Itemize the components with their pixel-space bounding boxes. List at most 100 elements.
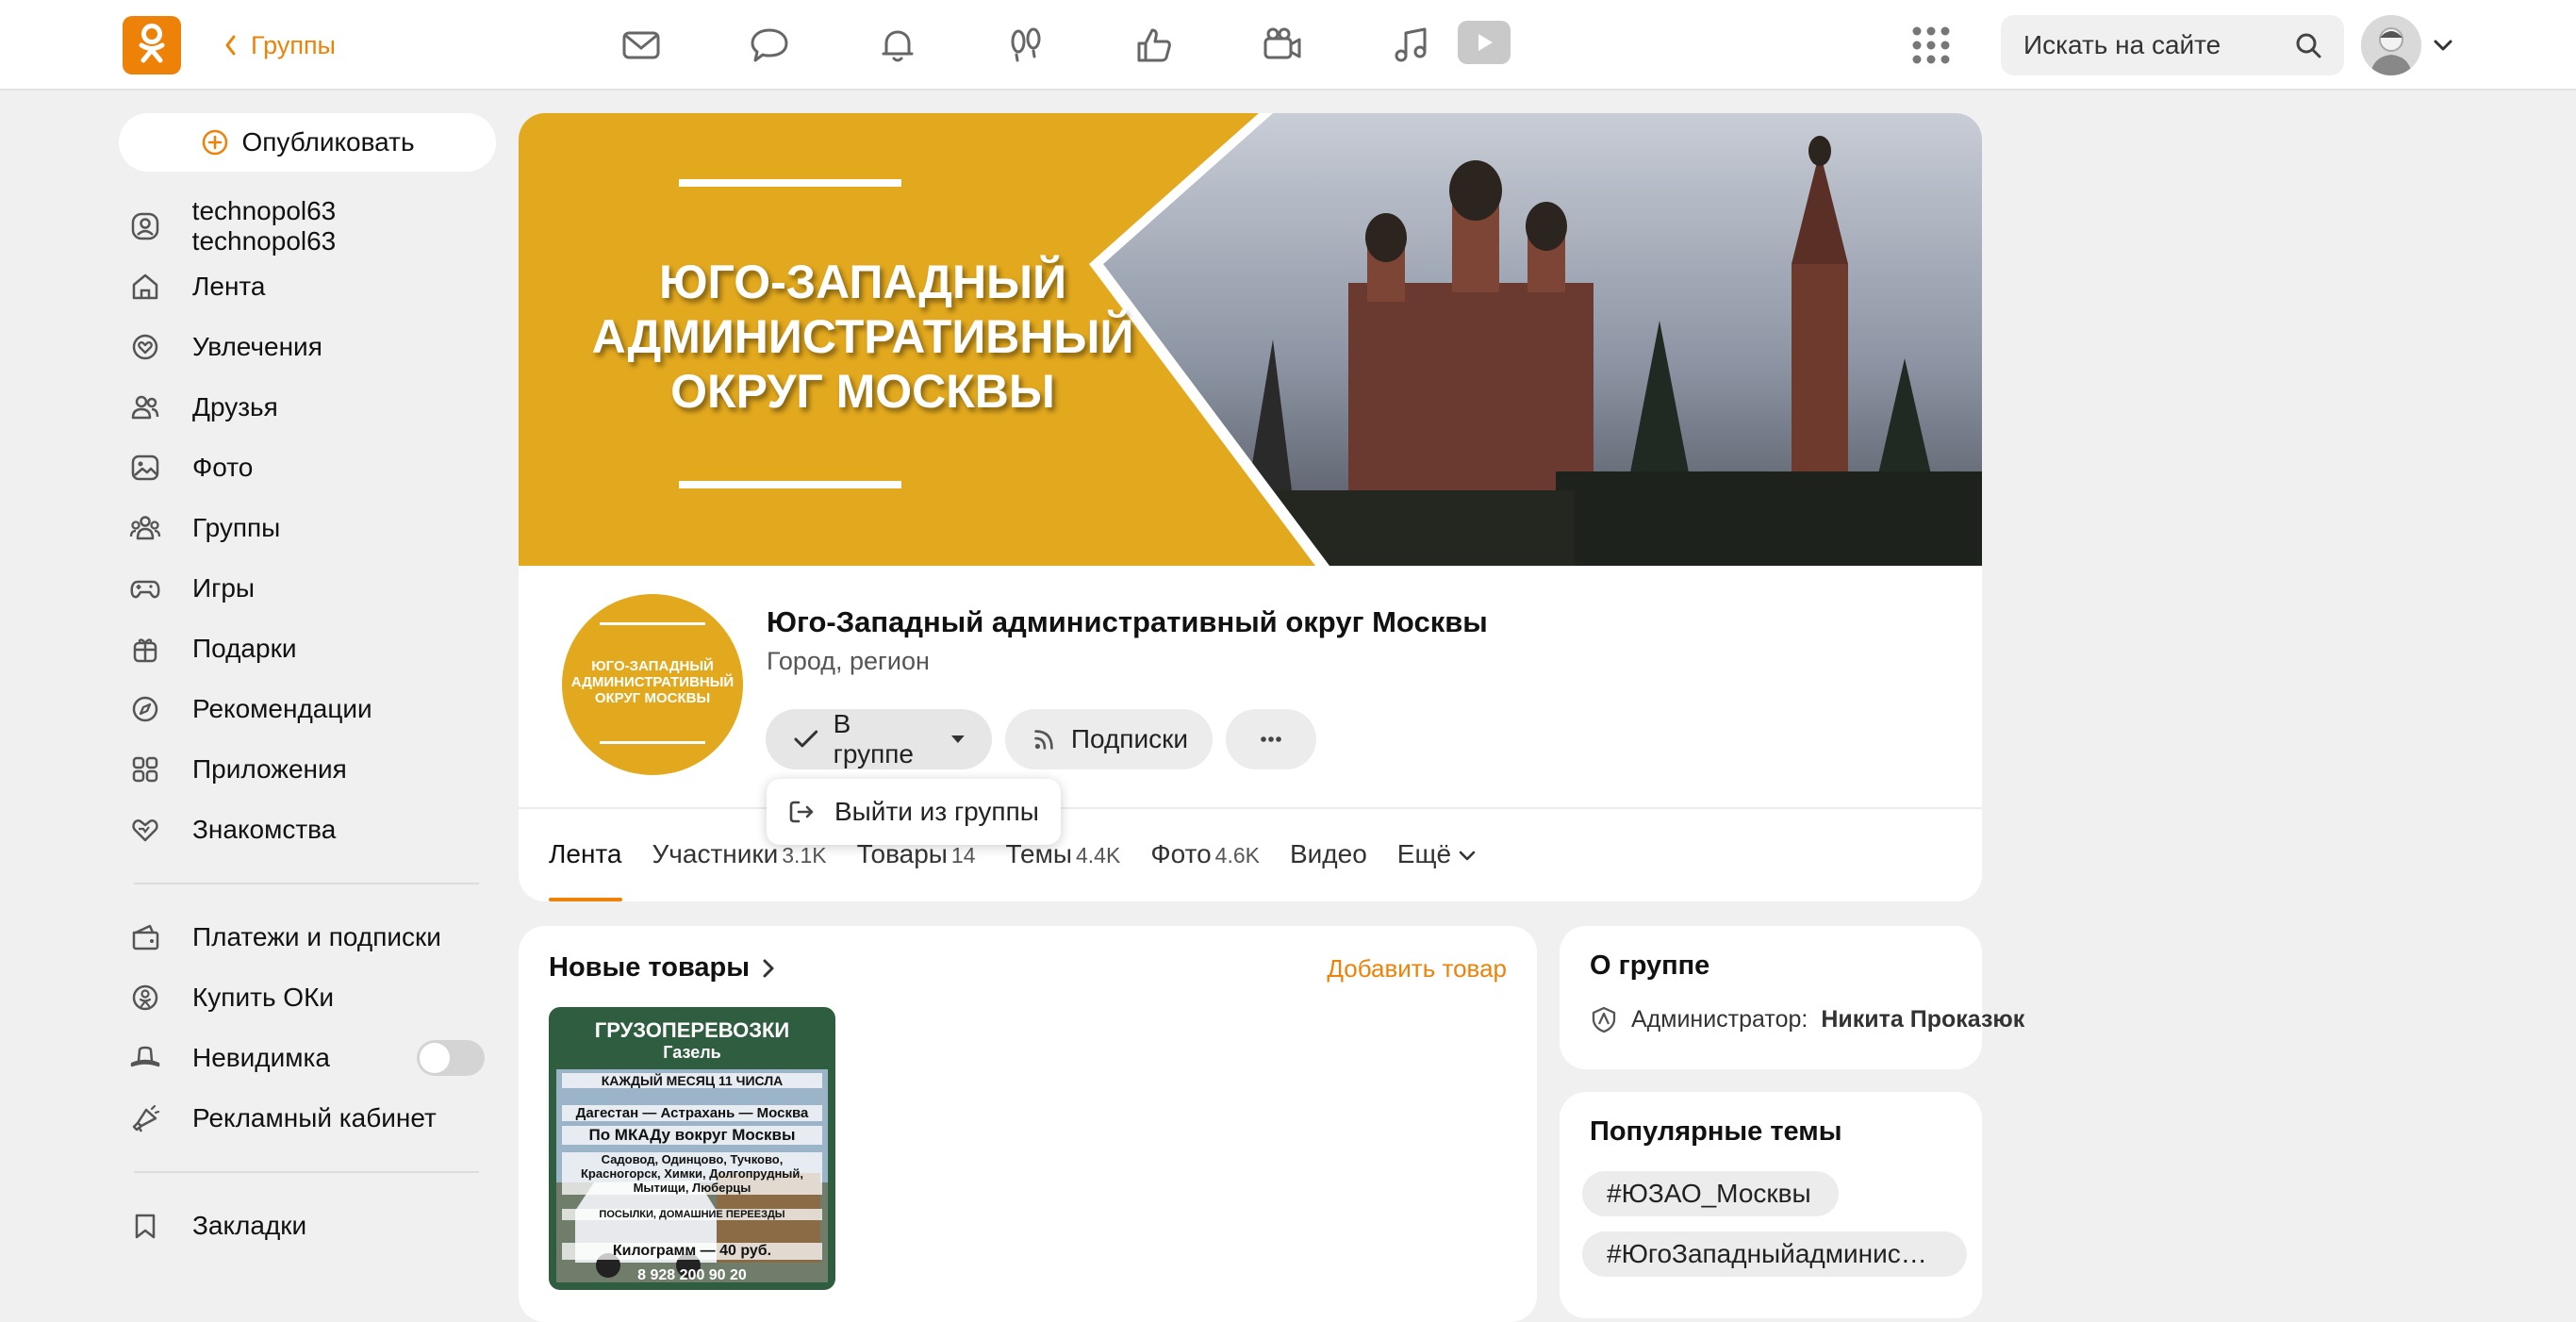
menu-divider [134, 1171, 479, 1173]
sidebar-item-buy-oks[interactable]: Купить ОКи [126, 967, 485, 1028]
sidebar-item-photo[interactable]: Фото [126, 438, 485, 498]
popular-topics-card: Популярные темы #ЮЗАО_Москвы #ЮгоЗападны… [1560, 1092, 1982, 1318]
sidebar-item-label: Подарки [192, 634, 297, 663]
group-name[interactable]: Юго-Западный административный округ Моск… [767, 605, 1488, 639]
topic-chip[interactable]: #ЮгоЗападныйадминис… [1582, 1231, 1967, 1277]
publish-button[interactable]: Опубликовать [119, 113, 496, 172]
sidebar-item-gifts[interactable]: Подарки [126, 619, 485, 679]
leave-group-menu-item[interactable]: Выйти из группы [767, 779, 1061, 845]
like-icon[interactable] [1126, 17, 1182, 74]
mail-icon[interactable] [613, 17, 669, 74]
group-tabs: Лента Участники 3.1K Товары 14 Темы 4.4K Фо… [549, 839, 1508, 901]
sidebar-item-apps[interactable]: Приложения [126, 739, 485, 800]
cover-title-line: ОКРУГ МОСКВЫ [670, 365, 1055, 418]
product-sub: Газель [663, 1043, 721, 1062]
check-icon [794, 730, 818, 748]
invisible-toggle[interactable] [417, 1040, 485, 1076]
in-group-button[interactable]: В группе [766, 709, 992, 769]
more-actions-button[interactable] [1226, 709, 1316, 769]
sidebar-item-label: Увлечения [192, 332, 322, 361]
video-icon[interactable] [1458, 21, 1511, 64]
sidebar-item-invisible[interactable]: Невидимка [126, 1028, 485, 1088]
sidebar-item-payments[interactable]: Платежи и подписки [126, 907, 485, 967]
about-group-card: О группе Администратор: Никита Проказюк [1560, 926, 2024, 1069]
admin-name-link[interactable]: Никита Проказюк [1821, 1006, 2024, 1033]
groups-icon [126, 509, 164, 547]
caret-down-icon [951, 735, 966, 743]
tab-members[interactable]: Участники 3.1K [652, 839, 827, 901]
guests-icon[interactable] [998, 17, 1054, 74]
group-avatar[interactable]: ЮГО-ЗАПАДНЫЙ АДМИНИСТРАТИВНЫЙ ОКРУГ МОСК… [562, 594, 743, 775]
product-text-line: 8 928 200 90 20 [637, 1267, 747, 1283]
tab-topics[interactable]: Темы 4.4K [1006, 839, 1121, 901]
chevron-left-icon [225, 35, 236, 56]
chevron-right-icon [763, 959, 774, 977]
tab-video[interactable]: Видео [1290, 839, 1367, 901]
bell-icon[interactable] [869, 17, 926, 74]
chat-icon[interactable] [741, 17, 798, 74]
breadcrumb[interactable]: Группы [223, 28, 336, 62]
bookmark-icon [126, 1207, 164, 1245]
tab-products[interactable]: Товары 14 [857, 839, 976, 901]
sidebar-item-bookmarks[interactable]: Закладки [126, 1196, 485, 1256]
sidebar-item-hobbies[interactable]: Увлечения [126, 317, 485, 377]
tab-photos[interactable]: Фото 4.6K [1150, 839, 1260, 901]
sidebar-item-label: Фото [192, 453, 254, 482]
in-group-label: В группе [833, 709, 914, 768]
rss-icon [1034, 730, 1053, 750]
tab-feed[interactable]: Лента [549, 839, 622, 901]
group-cover: ЮГО-ЗАПАДНЫЙ АДМИНИСТРАТИВНЫЙ ОКРУГ МОСК… [519, 113, 1982, 566]
megaphone-icon [126, 1099, 164, 1137]
cover-title: ЮГО-ЗАПАДНЫЙ АДМИНИСТРАТИВНЫЙ ОКРУГ МОСК… [556, 255, 1169, 419]
tab-count: 3.1K [782, 843, 827, 868]
ok-logo-icon[interactable] [123, 16, 181, 74]
sidebar-item-label: Игры [192, 573, 256, 603]
sidebar-item-label: Лента [192, 272, 266, 301]
sidebar-item-dating[interactable]: Знакомства [126, 800, 485, 860]
about-title: О группе [1590, 950, 1710, 981]
products-title: Новые товары [549, 952, 751, 983]
sidebar-item-label: technopol63 technopol63 [191, 196, 337, 256]
tab-label: Фото [1150, 839, 1212, 868]
sidebar-menu: technopol63 technopol63 Лента Увлечения … [126, 196, 485, 1256]
sidebar-item-label: Купить ОКи [192, 983, 335, 1012]
games-icon [126, 570, 164, 607]
camera-icon[interactable] [1254, 17, 1311, 74]
music-icon[interactable] [1382, 17, 1439, 74]
top-bar: Группы [0, 0, 2576, 91]
chevron-down-icon[interactable] [2431, 36, 2455, 55]
topic-chip[interactable]: #ЮЗАО_Москвы [1582, 1171, 1839, 1216]
product-text-line: Килограмм — 40 руб. [562, 1243, 822, 1260]
user-avatar[interactable] [2361, 15, 2421, 75]
group-category[interactable]: Город, регион [767, 647, 930, 676]
sidebar-item-friends[interactable]: Друзья [126, 377, 485, 438]
site-search [2001, 15, 2344, 75]
add-product-link[interactable]: Добавить товар [1327, 954, 1507, 983]
group-avatar-text: ЮГО-ЗАПАДНЫЙ АДМИНИСТРАТИВНЫЙ ОКРУГ МОСК… [562, 658, 743, 706]
products-title-link[interactable]: Новые товары [549, 952, 776, 983]
sidebar-item-recommendations[interactable]: Рекомендации [126, 679, 485, 739]
sidebar-item-label: Невидимка [192, 1043, 330, 1072]
search-icon[interactable] [2293, 30, 2323, 60]
sidebar-item-label: Платежи и подписки [192, 922, 441, 951]
search-input[interactable] [2023, 30, 2287, 60]
sidebar-item-label: Группы [192, 513, 281, 542]
sidebar-item-label: Закладки [192, 1211, 307, 1240]
product-text-line: По МКАДу вокруг Москвы [562, 1126, 822, 1145]
product-head: ГРУЗОПЕРЕВОЗКИ [594, 1018, 790, 1042]
tab-count: 4.4K [1076, 843, 1121, 868]
apps-grid-icon[interactable] [1910, 25, 1952, 66]
sidebar-item-games[interactable]: Игры [126, 558, 485, 619]
subscriptions-button[interactable]: Подписки [1005, 709, 1213, 769]
sidebar-item-ads[interactable]: Рекламный кабинет [126, 1088, 485, 1148]
tab-more[interactable]: Ещё [1397, 839, 1478, 901]
sidebar-item-profile[interactable]: technopol63 technopol63 [126, 196, 485, 256]
group-actions: В группе Подписки [766, 709, 1316, 769]
apps-icon [126, 751, 164, 788]
exit-icon [789, 801, 814, 823]
sidebar-item-groups[interactable]: Группы [126, 498, 485, 558]
sidebar-item-feed[interactable]: Лента [126, 256, 485, 317]
product-card[interactable]: ГРУЗОПЕРЕВОЗКИ Газель КАЖДЫЙ МЕСЯЦ 11 ЧИ… [549, 1007, 835, 1290]
wallet-icon [126, 918, 164, 956]
hat-icon [126, 1039, 164, 1077]
